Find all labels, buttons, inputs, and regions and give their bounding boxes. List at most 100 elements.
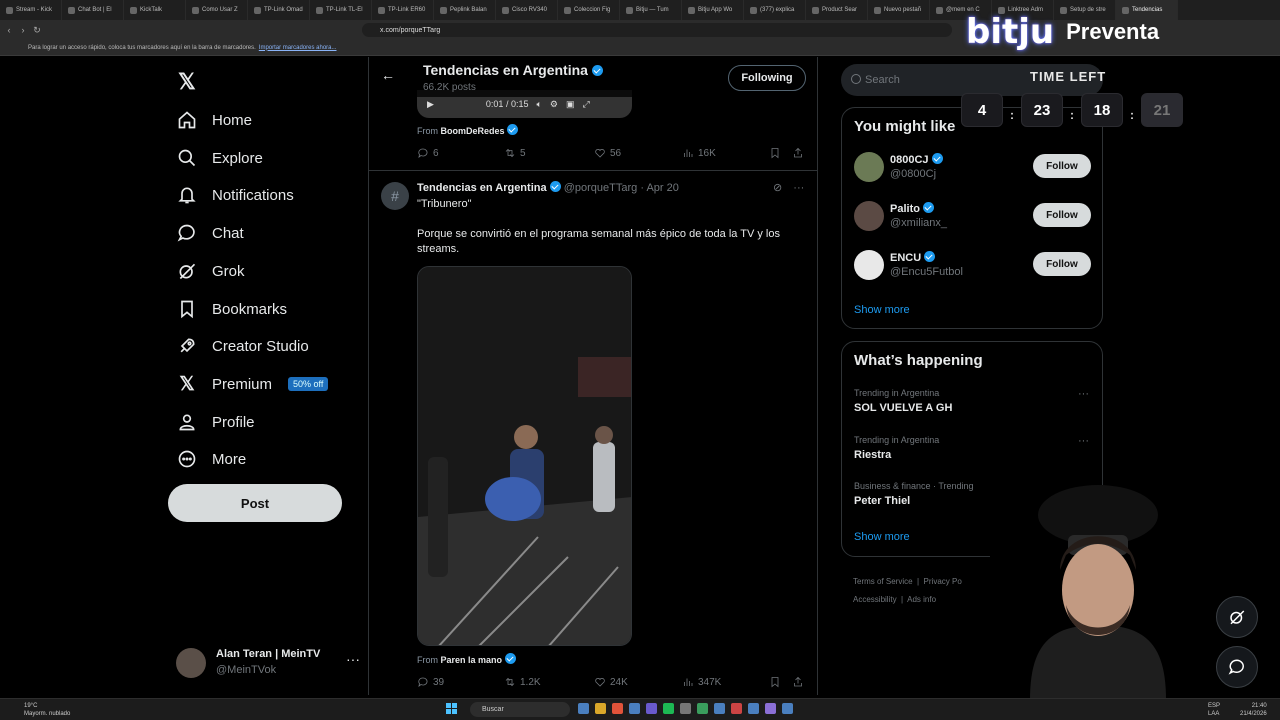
browser-tab[interactable]: KickTalk — [124, 0, 186, 20]
reload-icon[interactable]: ↻ — [32, 25, 42, 36]
play-icon[interactable]: ▶ — [427, 99, 434, 110]
browser-tab[interactable]: Bitju App Wo — [682, 0, 744, 20]
follow-button[interactable]: Follow — [1033, 203, 1091, 227]
nav-profile[interactable]: Profile — [176, 407, 255, 437]
tweet-author[interactable]: Tendencias en Argentina — [417, 182, 547, 194]
trend-item[interactable]: Trending in Argentina Riestra ··· — [854, 435, 1094, 469]
app-icon[interactable] — [714, 703, 725, 714]
forward-arrow-icon[interactable]: › — [18, 25, 28, 35]
show-more-link[interactable]: Show more — [854, 531, 910, 543]
nav-bookmarks[interactable]: Bookmarks — [176, 294, 287, 324]
like-button[interactable]: 24K — [594, 676, 628, 688]
show-more-link[interactable]: Show more — [854, 304, 910, 316]
nav-creator-studio-label: Creator Studio — [212, 337, 309, 355]
more-dots-icon[interactable]: ··· — [346, 651, 360, 667]
tweet-date[interactable]: Apr 20 — [646, 182, 678, 194]
nav-home[interactable]: Home — [176, 105, 252, 135]
repost-button[interactable]: 5 — [504, 147, 526, 159]
volume-icon[interactable]: 🔈︎ — [536, 99, 541, 110]
trend-item[interactable]: Trending in Argentina SOL VUELVE A GH ··… — [854, 388, 1094, 422]
tweet-video[interactable] — [417, 266, 632, 646]
more-dots-icon[interactable]: ··· — [793, 182, 804, 194]
grok-icon[interactable]: ⊘ — [773, 182, 782, 194]
browser-tab[interactable]: Nuevo pestañ — [868, 0, 930, 20]
tab-favicon-icon — [688, 6, 695, 14]
language-indicator[interactable]: ESP LAA — [1208, 702, 1220, 718]
nav-more[interactable]: More — [176, 444, 246, 474]
avatar[interactable]: # — [381, 182, 409, 210]
like-button[interactable]: 56 — [594, 147, 621, 159]
browser-tab[interactable]: TP-Link Omad — [248, 0, 310, 20]
footer-link[interactable]: Accessibility — [853, 595, 897, 604]
back-arrow-icon[interactable]: ‹ — [4, 25, 14, 35]
browser-tab[interactable]: (377) explica — [744, 0, 806, 20]
fullscreen-icon[interactable]: ⤢ — [582, 99, 589, 110]
browser-tab[interactable]: Cisco RV340 — [496, 0, 558, 20]
bookmark-button[interactable] — [769, 676, 781, 688]
browser-tab[interactable]: Coleccion Fig — [558, 0, 620, 20]
suggestion-item[interactable]: ENCU @Encu5Futbol Follow — [854, 248, 1094, 284]
back-arrow-icon[interactable]: ← — [381, 67, 395, 83]
app-icon[interactable] — [629, 703, 640, 714]
reply-button[interactable]: 6 — [417, 147, 439, 159]
nav-notifications[interactable]: Notifications — [176, 180, 294, 210]
following-button[interactable]: Following — [728, 65, 806, 91]
footer-link[interactable]: Terms of Service — [853, 577, 913, 586]
views-button[interactable]: 347K — [682, 676, 721, 688]
app-icon[interactable] — [680, 703, 691, 714]
nav-creator-studio[interactable]: Creator Studio — [176, 331, 309, 361]
post-button[interactable]: Post — [168, 484, 342, 522]
url-field[interactable]: x.com/porqueTTarg — [362, 23, 952, 37]
browser-tab[interactable]: Peplink Balan — [434, 0, 496, 20]
taskbar-search[interactable]: Buscar — [470, 702, 570, 717]
views-button[interactable]: 16K — [682, 147, 716, 159]
spotify-icon[interactable] — [663, 703, 674, 714]
weather-widget[interactable]: 19°C Mayorm. nublado — [24, 702, 70, 718]
app-icon[interactable] — [697, 703, 708, 714]
app-icon[interactable] — [748, 703, 759, 714]
app-icon[interactable] — [595, 703, 606, 714]
app-icon[interactable] — [646, 703, 657, 714]
source-account-link[interactable]: BoomDeRedes — [441, 126, 505, 136]
windows-start-icon[interactable] — [446, 703, 458, 715]
account-switcher[interactable]: Alan Teran | MeinTV @MeinTVok ··· — [176, 645, 361, 685]
repost-button[interactable]: 1.2K — [504, 676, 541, 688]
app-icon[interactable] — [731, 703, 742, 714]
follow-button[interactable]: Follow — [1033, 252, 1091, 276]
footer-link[interactable]: Privacy Po — [924, 577, 962, 586]
suggestion-item[interactable]: Palito @xmilianx_ Follow — [854, 199, 1094, 235]
settings-icon[interactable]: ⚙︎ — [550, 99, 558, 110]
more-dots-icon[interactable]: ··· — [1078, 435, 1089, 447]
pip-icon[interactable]: ▣ — [566, 99, 575, 110]
footer-link[interactable]: Ads info — [907, 595, 936, 604]
reply-button[interactable]: 39 — [417, 676, 444, 688]
share-button[interactable] — [792, 147, 804, 159]
follow-button[interactable]: Follow — [1033, 154, 1091, 178]
taskbar-clock[interactable]: 21:40 21/4/2026 — [1240, 702, 1267, 718]
x-logo-icon[interactable]: 𝕏 — [178, 69, 196, 95]
more-dots-icon[interactable]: ··· — [1078, 388, 1089, 400]
nav-explore[interactable]: Explore — [176, 143, 263, 173]
browser-tab[interactable]: Como Usar Z — [186, 0, 248, 20]
bookmark-button[interactable] — [769, 147, 781, 159]
nav-premium[interactable]: 𝕏 Premium 50% off — [176, 369, 329, 399]
app-icon[interactable] — [765, 703, 776, 714]
nav-chat[interactable]: Chat — [176, 218, 244, 248]
browser-tab[interactable]: Stream - Kick — [0, 0, 62, 20]
grok-button[interactable] — [1216, 596, 1258, 638]
source-account-link[interactable]: Paren la mano — [441, 655, 503, 665]
browser-tab[interactable]: Product Sear — [806, 0, 868, 20]
browser-icon[interactable] — [612, 703, 623, 714]
tweet-handle[interactable]: @porqueTTarg — [564, 182, 638, 194]
browser-tab[interactable]: Chat Bot | El — [62, 0, 124, 20]
import-bookmarks-link[interactable]: Importar marcadores ahora... — [259, 45, 337, 51]
suggestion-item[interactable]: 0800CJ @0800Cj Follow — [854, 150, 1094, 186]
messages-button[interactable] — [1216, 646, 1258, 688]
app-icon[interactable] — [578, 703, 589, 714]
browser-tab[interactable]: TP-Link ER60 — [372, 0, 434, 20]
browser-tab[interactable]: Bitju — Tum — [620, 0, 682, 20]
share-button[interactable] — [792, 676, 804, 688]
nav-grok[interactable]: Grok — [176, 256, 245, 286]
app-icon[interactable] — [782, 703, 793, 714]
browser-tab[interactable]: TP-Link TL-El — [310, 0, 372, 20]
